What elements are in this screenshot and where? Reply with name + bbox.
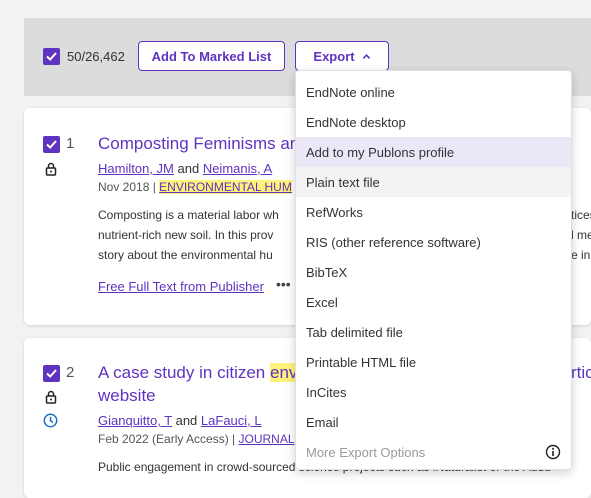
abstract-overflow: tices l me e in	[571, 205, 591, 265]
result-title-line2[interactable]: website	[98, 386, 156, 406]
menu-item-label: BibTeX	[306, 264, 348, 280]
result-authors: Hamilton, JM and Neimanis, A	[98, 161, 272, 176]
result-index: 2	[66, 364, 75, 381]
abstract-fragment: l me	[571, 228, 591, 242]
author-link[interactable]: LaFauci, L	[201, 413, 262, 428]
select-all-checkbox[interactable]	[43, 48, 60, 65]
menu-item-excel[interactable]: Excel	[296, 287, 571, 317]
menu-item-ris[interactable]: RIS (other reference software)	[296, 227, 571, 257]
menu-item-refworks[interactable]: RefWorks	[296, 197, 571, 227]
result-title[interactable]: A case study in citizen envi	[98, 363, 302, 383]
menu-item-label: Printable HTML file	[306, 354, 417, 370]
result-date: Nov 2018 |	[98, 180, 160, 194]
author-link[interactable]: Hamilton, JM	[98, 161, 174, 176]
menu-item-label: EndNote online	[306, 84, 395, 100]
menu-item-plain-text[interactable]: Plain text file	[296, 167, 571, 197]
clock-icon	[43, 413, 58, 428]
export-dropdown-menu: EndNote online EndNote desktop Add to my…	[295, 70, 572, 470]
check-icon	[46, 140, 57, 149]
lock-icon	[45, 390, 57, 404]
result-checkbox[interactable]	[43, 365, 60, 382]
journal-link[interactable]: JOURNAL	[239, 432, 295, 446]
abstract-fragment: e in	[571, 248, 591, 262]
menu-item-label: Tab delimited file	[306, 324, 403, 340]
menu-item-label: Excel	[306, 294, 338, 310]
menu-item-label: RefWorks	[306, 204, 363, 220]
author-link[interactable]: Neimanis, A	[203, 161, 272, 176]
journal-highlight: ENVIRONMENTAL	[159, 180, 262, 194]
menu-item-more-export-options: More Export Options	[296, 437, 571, 467]
menu-item-email[interactable]: Email	[296, 407, 571, 437]
journal-rest: HUM	[261, 180, 292, 194]
menu-item-label: RIS (other reference software)	[306, 234, 481, 250]
title-overflow: rtic	[571, 363, 591, 382]
chevron-up-icon	[362, 53, 370, 59]
menu-item-publons[interactable]: Add to my Publons profile	[296, 137, 571, 167]
more-options-icon[interactable]: •••	[276, 276, 291, 292]
menu-item-label: Add to my Publons profile	[306, 144, 455, 160]
selected-count: 50/26,462	[67, 49, 125, 64]
menu-item-bibtex[interactable]: BibTeX	[296, 257, 571, 287]
add-to-marked-list-label: Add To Marked List	[151, 48, 272, 64]
check-icon	[46, 52, 57, 61]
menu-item-endnote-online[interactable]: EndNote online	[296, 77, 571, 107]
title-text: A case study in citizen	[98, 363, 270, 382]
menu-item-incites[interactable]: InCites	[296, 377, 571, 407]
menu-item-endnote-desktop[interactable]: EndNote desktop	[296, 107, 571, 137]
check-icon	[46, 369, 57, 378]
menu-item-label: Email	[306, 414, 339, 430]
menu-item-label: Plain text file	[306, 174, 380, 190]
menu-item-tab-delimited[interactable]: Tab delimited file	[296, 317, 571, 347]
export-label: Export	[313, 48, 355, 64]
result-meta: Nov 2018 | ENVIRONMENTAL HUM	[98, 180, 292, 194]
result-authors: Gianquitto, T and LaFauci, L	[98, 413, 262, 428]
author-separator: and	[177, 161, 200, 176]
author-link[interactable]: Gianquitto, T	[98, 413, 172, 428]
menu-item-label: More Export Options	[306, 444, 426, 460]
result-checkbox[interactable]	[43, 136, 60, 153]
abstract-fragment: tices	[571, 208, 591, 222]
export-button[interactable]: Export	[295, 41, 389, 71]
menu-item-printable-html[interactable]: Printable HTML file	[296, 347, 571, 377]
journal-link[interactable]: ENVIRONMENTAL HUM	[159, 180, 292, 194]
author-separator: and	[175, 413, 198, 428]
menu-item-label: EndNote desktop	[306, 114, 406, 130]
result-title[interactable]: Composting Feminisms an	[98, 134, 299, 154]
info-icon[interactable]	[545, 444, 561, 460]
menu-item-label: InCites	[306, 384, 347, 400]
result-meta: Feb 2022 (Early Access) | JOURNAL	[98, 432, 295, 446]
result-index: 1	[66, 135, 75, 152]
add-to-marked-list-button[interactable]: Add To Marked List	[138, 41, 285, 71]
result-date: Feb 2022 (Early Access) |	[98, 432, 239, 446]
free-full-text-link[interactable]: Free Full Text from Publisher	[98, 279, 264, 294]
lock-icon	[45, 162, 57, 176]
